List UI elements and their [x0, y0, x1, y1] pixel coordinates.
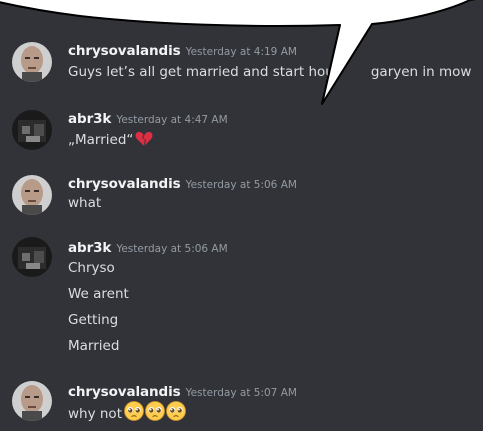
timestamp: Yesterday at 4:19 AM — [185, 46, 297, 58]
pleading-face-icon — [145, 401, 165, 427]
message-text-part: garyen in mow — [370, 64, 472, 80]
username[interactable]: chrysovalandis — [68, 384, 181, 400]
avatar[interactable] — [12, 237, 52, 277]
message-text: „Married“ — [68, 130, 153, 150]
message-text-part: why not — [68, 406, 122, 422]
timestamp: Yesterday at 4:47 AM — [116, 114, 228, 126]
message-header: chrysovalandis Yesterday at 5:07 AM — [68, 381, 297, 401]
message-header: chrysovalandis Yesterday at 4:19 AM — [68, 40, 297, 60]
message-text: Getting — [68, 312, 119, 328]
avatar[interactable] — [12, 42, 52, 82]
message-text: Guys let’s all get married and start hou… — [68, 62, 471, 82]
message-text-part: Guys let’s all get married and start hou… — [68, 64, 341, 80]
chat-log: chrysovalandis Yesterday at 4:19 AM Guys … — [0, 0, 483, 431]
timestamp: Yesterday at 5:06 AM — [185, 179, 297, 191]
message-header: abr3k Yesterday at 4:47 AM — [68, 108, 228, 128]
message-header: abr3k Yesterday at 5:06 AM — [68, 237, 228, 257]
message-text: We arent — [68, 286, 129, 302]
timestamp: Yesterday at 5:07 AM — [185, 387, 297, 399]
message-text: Chryso — [68, 260, 115, 276]
avatar[interactable] — [12, 175, 52, 215]
username[interactable]: abr3k — [68, 111, 111, 127]
avatar[interactable] — [12, 381, 52, 421]
message-text: what — [68, 195, 102, 211]
broken-heart-icon — [135, 131, 153, 153]
username[interactable]: chrysovalandis — [68, 176, 181, 192]
username[interactable]: abr3k — [68, 240, 111, 256]
avatar[interactable] — [12, 110, 52, 150]
timestamp: Yesterday at 5:06 AM — [116, 243, 228, 255]
message-text-part: „Married“ — [68, 132, 134, 148]
pleading-face-icon — [166, 401, 186, 427]
message-text: Married — [68, 338, 120, 354]
username[interactable]: chrysovalandis — [68, 43, 181, 59]
message-text: why not — [68, 401, 186, 422]
message-header: chrysovalandis Yesterday at 5:06 AM — [68, 173, 297, 193]
pleading-face-icon — [124, 401, 144, 427]
